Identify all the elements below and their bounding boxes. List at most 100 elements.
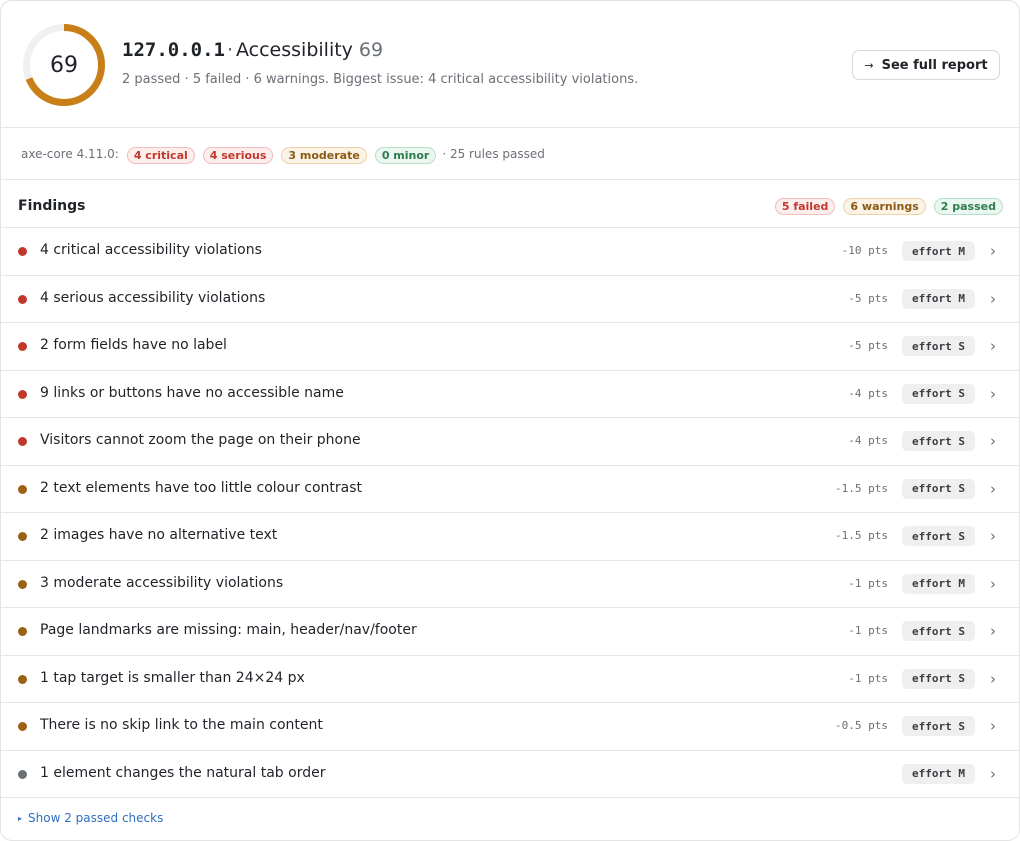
finding-row[interactable]: 2 form fields have no label -5 pts effort … [1,323,1019,371]
finding-points: -4 pts [848,434,888,447]
findings-header: Findings 5 failed 6 warnings 2 passed [1,180,1019,228]
findings-pill-2-passed: 2 passed [933,198,1003,215]
findings-title: Findings [18,198,86,214]
finding-points: -4 pts [848,386,888,400]
finding-title: 9 links or buttons have no accessible na… [40,384,344,401]
chevron-right-icon: › [990,669,996,688]
finding-title: 4 critical accessibility violations [40,242,262,258]
audit-card: 69 127.0.0.1 · Accessibility 69 2 passed… [0,0,1020,841]
finding-title: 1 element changes the natural tab order [40,764,326,781]
finding-points: -5 pts [848,291,888,305]
finding-points: -1.5 pts [835,529,888,542]
chevron-right-icon: › [990,527,996,545]
finding-title: 3 moderate accessibility violations [40,574,284,591]
severity-dot-icon [18,627,27,636]
effort-badge: effort S [902,431,975,451]
finding-title: 4 serious accessibility violations [40,289,266,306]
finding-title: Page landmarks are missing: main, header… [40,622,417,638]
chevron-right-icon: › [990,479,996,498]
finding-title: 1 tap target is smaller than 24×24 px [40,669,305,686]
finding-row[interactable]: Visitors cannot zoom the page on their p… [1,418,1019,466]
finding-points: -0.5 pts [835,719,888,732]
severity-dot-icon [18,674,27,684]
finding-title: 2 images have no alternative text [40,527,278,543]
findings-pills: 5 failed 6 warnings 2 passed [774,198,1003,215]
axe-pills: 4 critical 4 serious 3 moderate 0 minor [126,144,445,164]
chevron-right-icon: › [990,574,996,593]
finding-row[interactable]: 1 tap target is smaller than 24×24 px -1 … [1,656,1019,703]
finding-points: -1 pts [848,576,888,590]
show-passed-checks-link[interactable]: ▸ Show 2 passed checks [18,811,163,825]
axe-pill-4-critical: 4 critical [126,146,195,164]
finding-row[interactable]: 2 images have no alternative text -1.5 pt… [1,513,1019,561]
arrow-right-icon: → [864,58,874,72]
chevron-right-icon: › [990,622,996,640]
show-passed-label: Show 2 passed checks [28,811,164,825]
finding-points: -5 pts [848,339,888,352]
finding-row[interactable]: 9 links or buttons have no accessible na… [1,371,1019,418]
effort-badge: effort S [902,668,975,689]
title-score: 69 [358,39,384,61]
rules-passed-text: · 25 rules passed [442,146,545,161]
effort-badge: effort S [902,621,975,641]
axe-pill-3-moderate: 3 moderate [281,146,367,164]
finding-row[interactable]: 3 moderate accessibility violations -1 pt… [1,561,1019,608]
see-full-report-button[interactable]: → See full report [852,50,1000,80]
triangle-right-icon: ▸ [18,814,23,823]
severity-dot-icon [18,484,27,494]
finding-title: Visitors cannot zoom the page on their p… [40,432,361,448]
finding-title: There is no skip link to the main conten… [40,717,323,733]
audit-summary: 2 passed · 5 failed · 6 warnings. Bigges… [122,72,639,87]
severity-dot-icon [18,247,27,256]
finding-row[interactable]: Page landmarks are missing: main, header… [1,608,1019,656]
axe-summary-row: axe-core 4.11.0: 4 critical 4 serious 3 mo… [1,128,1019,180]
see-full-report-label: See full report [881,57,988,73]
finding-title: 2 text elements have too little colour c… [40,479,363,496]
chevron-right-icon: › [990,337,996,355]
findings-list: 4 critical accessibility violations -10 p… [1,228,1019,798]
findings-pill-6-warnings: 6 warnings [843,198,926,215]
severity-dot-icon [18,437,27,446]
finding-points: -1.5 pts [835,481,888,495]
severity-dot-icon [18,532,27,541]
audit-header: 69 127.0.0.1 · Accessibility 69 2 passed… [1,1,1019,128]
title-host: 127.0.0.1 [122,39,225,61]
finding-points: -1 pts [848,671,888,685]
axe-pill-0-minor: 0 minor [374,146,437,164]
finding-points: -10 pts [841,244,888,257]
effort-badge: effort M [902,288,975,309]
finding-row[interactable]: 1 element changes the natural tab order e… [1,751,1019,798]
effort-badge: effort S [902,383,975,404]
effort-badge: effort S [902,526,975,546]
finding-row[interactable]: 2 text elements have too little colour c… [1,466,1019,513]
chevron-right-icon: › [990,242,996,260]
axe-version-label: axe-core 4.11.0: [21,146,119,161]
findings-pill-5-failed: 5 failed [774,198,836,215]
effort-badge: effort S [902,478,975,499]
severity-dot-icon [18,579,27,589]
chevron-right-icon: › [990,289,996,308]
effort-badge: effort M [902,763,975,784]
finding-row[interactable]: 4 critical accessibility violations -10 p… [1,228,1019,276]
chevron-right-icon: › [990,764,996,783]
effort-badge: effort S [902,336,975,356]
axe-pill-4-serious: 4 serious [202,146,274,164]
finding-row[interactable]: There is no skip link to the main conten… [1,703,1019,751]
severity-dot-icon [18,722,27,731]
severity-dot-icon [18,769,27,779]
finding-title: 2 form fields have no label [40,337,227,353]
severity-dot-icon [18,389,27,399]
effort-badge: effort S [902,716,975,736]
title-separator: · [226,39,233,61]
effort-badge: effort M [902,573,975,594]
severity-dot-icon [18,342,27,351]
severity-dot-icon [18,294,27,304]
chevron-right-icon: › [990,384,996,403]
chevron-right-icon: › [990,717,996,735]
page-title: 127.0.0.1 · Accessibility 69 [122,39,383,61]
effort-badge: effort M [902,241,975,261]
finding-points: -1 pts [848,624,888,637]
title-category: Accessibility [236,39,353,61]
finding-row[interactable]: 4 serious accessibility violations -5 pts… [1,276,1019,323]
gauge-score: 69 [50,52,78,78]
